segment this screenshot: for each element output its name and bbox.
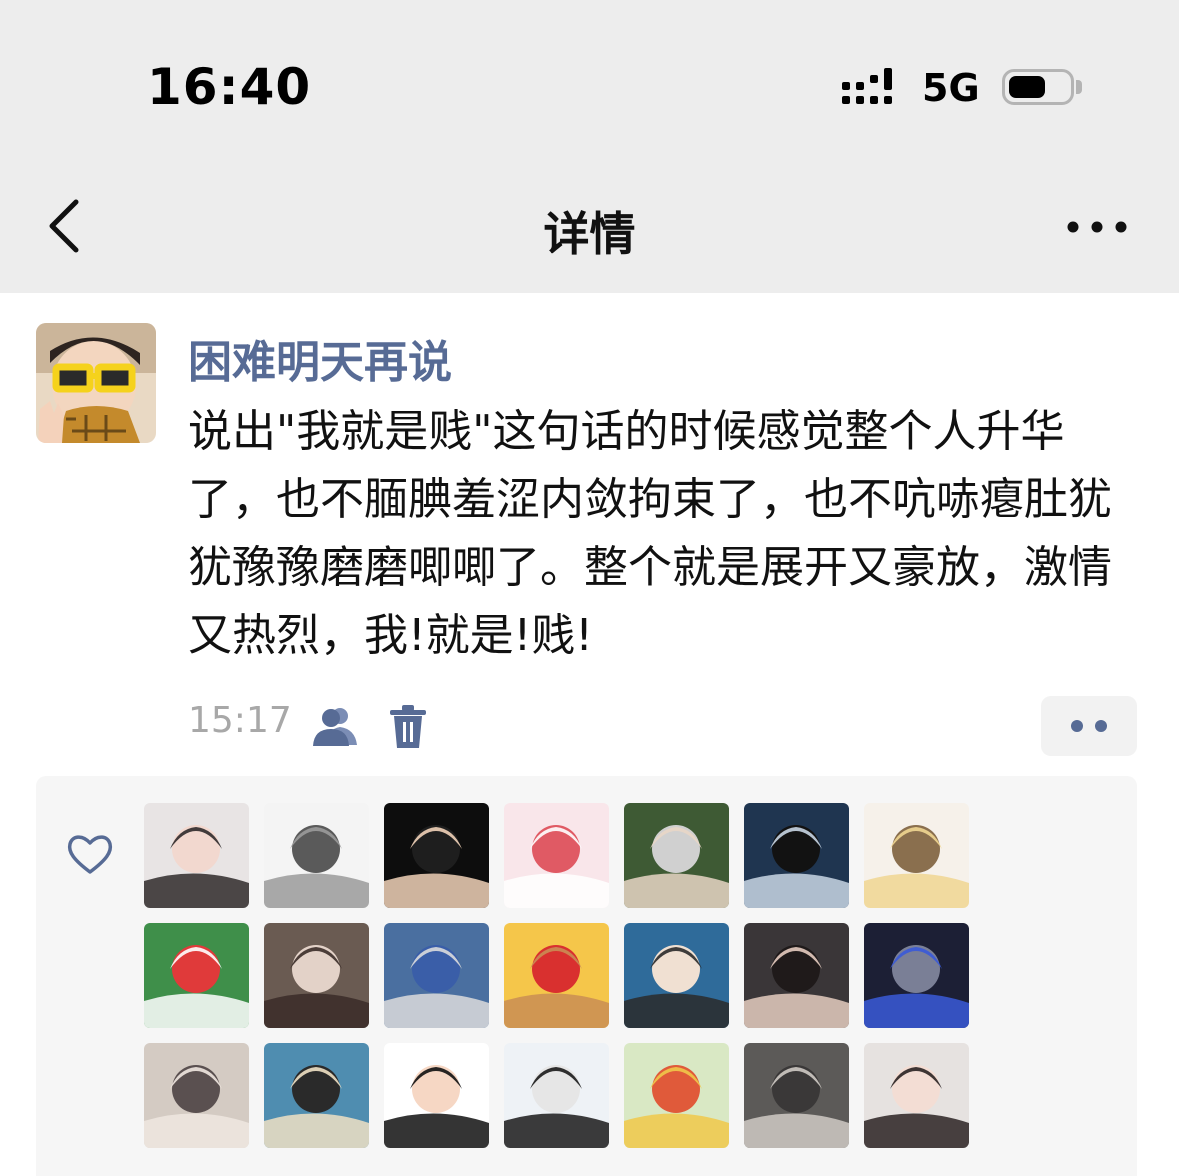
dot-icon [1095, 720, 1107, 732]
liker-avatar[interactable] [264, 803, 369, 908]
status-time: 16:40 [147, 58, 312, 116]
liker-avatar[interactable] [744, 1043, 849, 1148]
liker-avatar[interactable] [384, 923, 489, 1028]
liker-avatar[interactable] [864, 803, 969, 908]
liker-avatar[interactable] [144, 923, 249, 1028]
signal-icon [842, 68, 892, 104]
dot-icon [1071, 720, 1083, 732]
battery-icon [1002, 69, 1074, 105]
liker-avatar[interactable] [504, 803, 609, 908]
visibility-group-icon[interactable] [313, 705, 359, 747]
network-type: 5G [922, 66, 980, 110]
likes-panel [36, 776, 1137, 1176]
liker-avatar[interactable] [744, 803, 849, 908]
author-avatar[interactable] [36, 323, 156, 443]
author-name[interactable]: 困难明天再说 [188, 326, 452, 390]
liker-avatar[interactable] [264, 923, 369, 1028]
liker-avatar[interactable] [384, 803, 489, 908]
more-horizontal-icon[interactable] [1062, 206, 1132, 248]
battery-cap [1076, 80, 1082, 94]
heart-outline-icon [67, 835, 113, 874]
liker-avatar[interactable] [504, 923, 609, 1028]
liker-avatar[interactable] [624, 923, 729, 1028]
liker-avatar[interactable] [864, 1043, 969, 1148]
liker-avatar[interactable] [624, 1043, 729, 1148]
liker-avatar[interactable] [864, 923, 969, 1028]
liker-avatar[interactable] [624, 803, 729, 908]
liker-avatar[interactable] [744, 923, 849, 1028]
post-actions-button[interactable] [1041, 696, 1137, 756]
liker-avatar[interactable] [504, 1043, 609, 1148]
battery-level [1009, 76, 1045, 98]
trash-icon[interactable] [388, 704, 428, 750]
post-time: 15:17 [188, 700, 292, 741]
liker-avatar[interactable] [144, 1043, 249, 1148]
post-text: 说出"我就是贱"这句话的时候感觉整个人升华了，也不腼腆羞涩内敛拘束了，也不吭哧瘪… [188, 406, 1112, 661]
liker-avatar[interactable] [144, 803, 249, 908]
page-title: 详情 [543, 207, 636, 261]
liker-avatar[interactable] [384, 1043, 489, 1148]
liker-avatar[interactable] [264, 1043, 369, 1148]
